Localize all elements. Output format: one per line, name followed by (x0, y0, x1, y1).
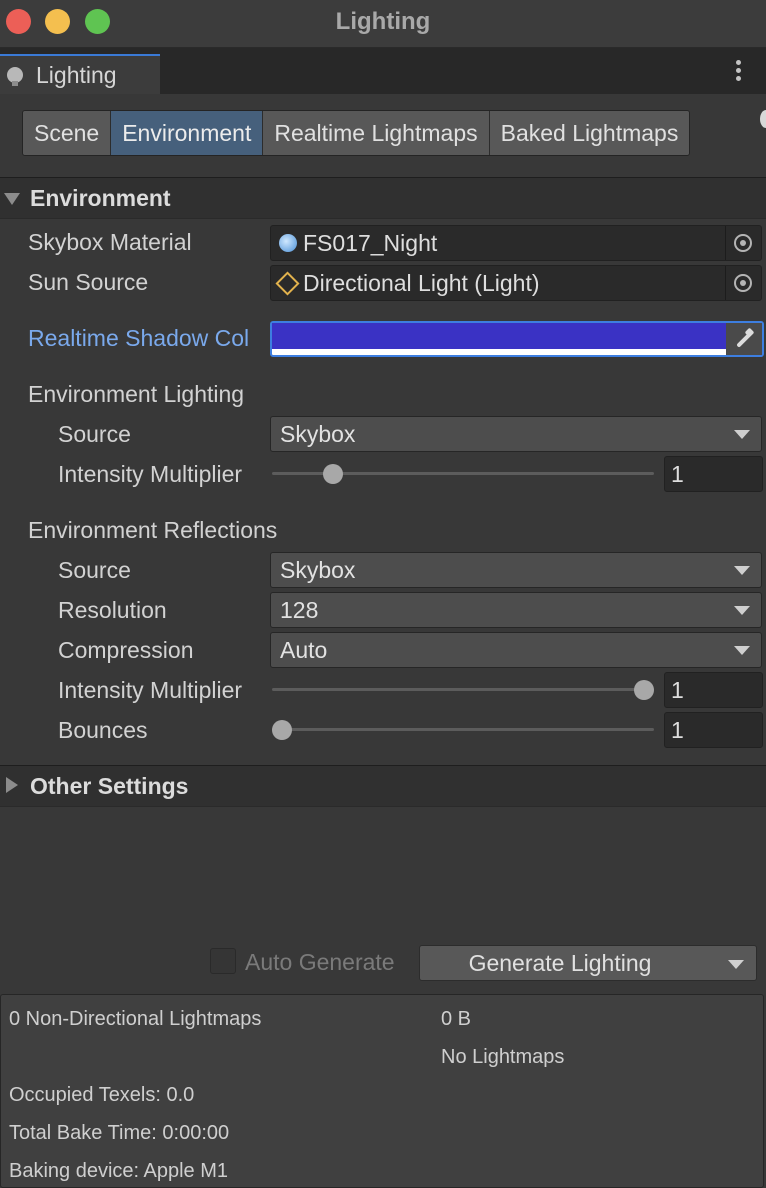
compression-label: Compression (58, 637, 194, 663)
environment-section-title: Environment (30, 185, 171, 211)
lighting-intensity-slider-thumb[interactable] (322, 464, 343, 484)
resolution-label: Resolution (58, 597, 167, 623)
auto-generate-label: Auto Generate (245, 949, 395, 975)
reflections-intensity-slider-track[interactable] (272, 688, 654, 691)
reflections-source-dropdown[interactable]: Skybox (270, 552, 762, 588)
tab-environment[interactable]: Environment (111, 111, 264, 155)
object-picker-icon[interactable] (725, 226, 761, 260)
window-titlebar: Lighting (0, 0, 766, 48)
lighting-source-value: Skybox (280, 421, 356, 447)
lighting-tabs: Scene Environment Realtime Lightmaps Bak… (22, 110, 691, 156)
sun-source-field[interactable]: Directional Light (Light) (270, 265, 762, 301)
compression-value: Auto (280, 637, 328, 663)
bounces-value: 1 (671, 717, 684, 743)
no-lightmaps-text: No Lightmaps (441, 1046, 565, 1068)
environment-lighting-label: Environment Lighting (28, 381, 245, 407)
tab-baked-lightmaps[interactable]: Baked Lightmaps (489, 111, 690, 155)
chevron-down-icon[interactable] (728, 960, 744, 969)
lightmap-count: 0 Non-Directional Lightmaps (9, 1008, 262, 1030)
lighting-intensity-label: Intensity Multiplier (58, 461, 243, 487)
tab-realtime-lightmaps[interactable]: Realtime Lightmaps (263, 111, 490, 155)
bounces-label: Bounces (58, 717, 148, 743)
foldout-expanded-icon (4, 193, 20, 205)
lighting-source-dropdown[interactable]: Skybox (270, 416, 762, 452)
lighting-panel-content: Scene Environment Realtime Lightmaps Bak… (0, 94, 766, 1188)
bounces-slider-track[interactable] (272, 728, 654, 731)
reflections-intensity-label: Intensity Multiplier (58, 677, 243, 703)
panel-tab-label: Lighting (36, 62, 117, 88)
reflections-source-value: Skybox (280, 557, 356, 583)
alpha-bar (272, 349, 726, 355)
baking-device: Baking device: Apple M1 (9, 1160, 229, 1182)
realtime-shadow-color-label: Realtime Shadow Col (28, 325, 250, 351)
dropdown-arrow-icon (734, 606, 750, 615)
occupied-texels: Occupied Texels: 0.0 (9, 1084, 195, 1106)
foldout-collapsed-icon (6, 777, 18, 793)
skybox-material-field[interactable]: FS017_Night (270, 225, 762, 261)
bounces-slider-thumb[interactable] (272, 720, 292, 740)
color-swatch (272, 323, 726, 349)
sun-source-value: Directional Light (Light) (303, 270, 540, 296)
compression-dropdown[interactable]: Auto (270, 632, 762, 668)
dropdown-arrow-icon (734, 430, 750, 439)
lightbulb-icon (7, 67, 23, 86)
skybox-icon (279, 234, 297, 252)
skybox-material-value: FS017_Night (303, 230, 438, 256)
skybox-material-label: Skybox Material (28, 229, 192, 255)
realtime-shadow-color-field[interactable] (270, 321, 764, 357)
help-icon[interactable] (760, 110, 766, 128)
lighting-panel-tab[interactable]: Lighting (0, 54, 160, 94)
environment-reflections-label: Environment Reflections (28, 517, 278, 543)
eyedropper-icon[interactable] (726, 323, 762, 355)
generate-lighting-label: Generate Lighting (468, 950, 652, 976)
lightmap-stats-panel: 0 Non-Directional Lightmaps 0 B No Light… (0, 994, 764, 1188)
reflections-source-label: Source (58, 557, 131, 583)
reflections-intensity-input[interactable]: 1 (664, 672, 763, 708)
reflections-intensity-value: 1 (671, 677, 684, 703)
panel-tab-strip: Lighting (0, 48, 766, 94)
dropdown-arrow-icon (734, 566, 750, 575)
lightmap-size: 0 B (441, 1008, 472, 1030)
resolution-dropdown[interactable]: 128 (270, 592, 762, 628)
object-picker-icon[interactable] (725, 266, 761, 300)
sun-source-label: Sun Source (28, 269, 149, 295)
auto-generate-checkbox[interactable] (210, 948, 236, 974)
generate-lighting-button[interactable]: Generate Lighting (419, 945, 757, 981)
environment-section-header[interactable]: Environment (0, 177, 766, 219)
tab-scene[interactable]: Scene (23, 111, 112, 155)
window-title: Lighting (335, 8, 431, 35)
other-settings-section-header[interactable]: Other Settings (0, 765, 766, 807)
total-bake-time: Total Bake Time: 0:00:00 (9, 1122, 230, 1144)
lighting-source-label: Source (58, 421, 131, 447)
bounces-input[interactable]: 1 (664, 712, 763, 748)
reflections-intensity-slider-thumb[interactable] (634, 680, 654, 700)
resolution-value: 128 (280, 597, 319, 623)
more-options-icon[interactable] (728, 58, 748, 84)
lighting-intensity-value: 1 (671, 461, 684, 487)
lighting-intensity-input[interactable]: 1 (664, 456, 763, 492)
directional-light-icon (275, 271, 300, 296)
other-settings-section-title: Other Settings (30, 773, 189, 799)
dropdown-arrow-icon (734, 646, 750, 655)
